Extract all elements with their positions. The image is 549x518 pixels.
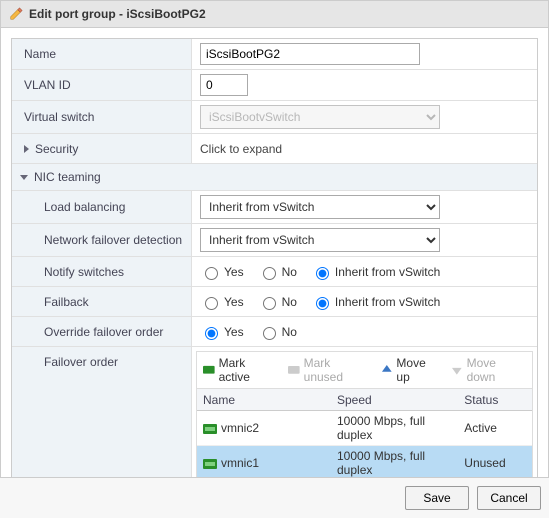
- nic-name: vmnic2: [221, 421, 259, 435]
- nic-teaming-label: NIC teaming: [34, 170, 101, 184]
- row-failback: Failback Yes No Inherit from vSwitch: [12, 287, 537, 317]
- security-hint: Click to expand: [192, 134, 537, 163]
- load-balancing-select[interactable]: Inherit from vSwitch: [200, 195, 440, 219]
- nic-icon: [203, 458, 217, 468]
- failover-detect-label: Network failover detection: [12, 224, 192, 256]
- load-balancing-label: Load balancing: [12, 191, 192, 223]
- nic-status: Unused: [458, 453, 532, 473]
- notify-inherit[interactable]: Inherit from vSwitch: [311, 264, 440, 280]
- move-up-button[interactable]: Move up: [381, 356, 441, 384]
- pencil-icon: [9, 7, 23, 21]
- failover-order-panel: Mark active Mark unused Move up Mov: [196, 351, 533, 482]
- row-notify-switches: Notify switches Yes No Inherit from vSwi…: [12, 257, 537, 287]
- table-header: Name Speed Status: [197, 389, 532, 411]
- notify-no[interactable]: No: [258, 264, 297, 280]
- row-security[interactable]: Security Click to expand: [12, 134, 537, 164]
- row-failover-detection: Network failover detection Inherit from …: [12, 224, 537, 257]
- col-name: Name: [197, 390, 331, 410]
- mark-active-button[interactable]: Mark active: [203, 356, 278, 384]
- notify-label: Notify switches: [12, 257, 192, 286]
- save-button[interactable]: Save: [405, 486, 469, 510]
- row-load-balancing: Load balancing Inherit from vSwitch: [12, 191, 537, 224]
- move-down-button: Move down: [451, 356, 526, 384]
- table-row[interactable]: vmnic1 10000 Mbps, full duplex Unused: [197, 446, 532, 481]
- failback-label: Failback: [12, 287, 192, 316]
- failover-toolbar: Mark active Mark unused Move up Mov: [197, 352, 532, 388]
- override-radio-group: Yes No: [192, 317, 537, 346]
- row-failover-order: Failover order Mark active Mark unused: [12, 347, 537, 487]
- failover-order-label: Failover order: [12, 347, 192, 486]
- failback-no[interactable]: No: [258, 294, 297, 310]
- nic-speed: 10000 Mbps, full duplex: [331, 446, 458, 480]
- security-label: Security: [35, 142, 78, 156]
- col-speed: Speed: [331, 390, 458, 410]
- vlan-input[interactable]: [200, 74, 248, 96]
- arrow-down-icon: [451, 364, 463, 376]
- arrow-up-icon: [381, 364, 393, 376]
- nic-icon: [203, 423, 217, 433]
- titlebar: Edit port group - iScsiBootPG2: [1, 1, 548, 28]
- chevron-right-icon: [24, 145, 29, 153]
- override-no[interactable]: No: [258, 324, 297, 340]
- dialog-title: Edit port group - iScsiBootPG2: [29, 7, 206, 21]
- failback-radio-group: Yes No Inherit from vSwitch: [192, 287, 537, 316]
- nic-speed: 10000 Mbps, full duplex: [331, 411, 458, 445]
- row-vlan: VLAN ID: [12, 70, 537, 101]
- cancel-button[interactable]: Cancel: [477, 486, 541, 510]
- dialog-footer: Save Cancel: [0, 477, 549, 518]
- nic-teaming-header[interactable]: NIC teaming: [12, 164, 537, 191]
- failover-detect-select[interactable]: Inherit from vSwitch: [200, 228, 440, 252]
- override-yes[interactable]: Yes: [200, 324, 244, 340]
- vswitch-label: Virtual switch: [12, 101, 192, 133]
- vswitch-select: iScsiBootvSwitch: [200, 105, 440, 129]
- failback-inherit[interactable]: Inherit from vSwitch: [311, 294, 440, 310]
- mark-unused-icon: [288, 364, 300, 376]
- nic-status: Active: [458, 418, 532, 438]
- row-name: Name: [12, 39, 537, 70]
- row-vswitch: Virtual switch iScsiBootvSwitch: [12, 101, 537, 134]
- override-label: Override failover order: [12, 317, 192, 346]
- failback-yes[interactable]: Yes: [200, 294, 244, 310]
- chevron-down-icon: [20, 175, 28, 180]
- col-status: Status: [458, 390, 532, 410]
- nic-name: vmnic1: [221, 456, 259, 470]
- mark-active-icon: [203, 364, 215, 376]
- vlan-label: VLAN ID: [12, 70, 192, 100]
- notify-radio-group: Yes No Inherit from vSwitch: [192, 257, 537, 286]
- table-row[interactable]: vmnic2 10000 Mbps, full duplex Active: [197, 411, 532, 446]
- failover-table: Name Speed Status vmnic2 10000 Mbps, ful…: [197, 388, 532, 481]
- name-label: Name: [12, 39, 192, 69]
- form-panel: Name VLAN ID Virtual switch iScsiBootvSw…: [11, 38, 538, 518]
- row-override: Override failover order Yes No: [12, 317, 537, 347]
- name-input[interactable]: [200, 43, 420, 65]
- notify-yes[interactable]: Yes: [200, 264, 244, 280]
- mark-unused-button: Mark unused: [288, 356, 371, 384]
